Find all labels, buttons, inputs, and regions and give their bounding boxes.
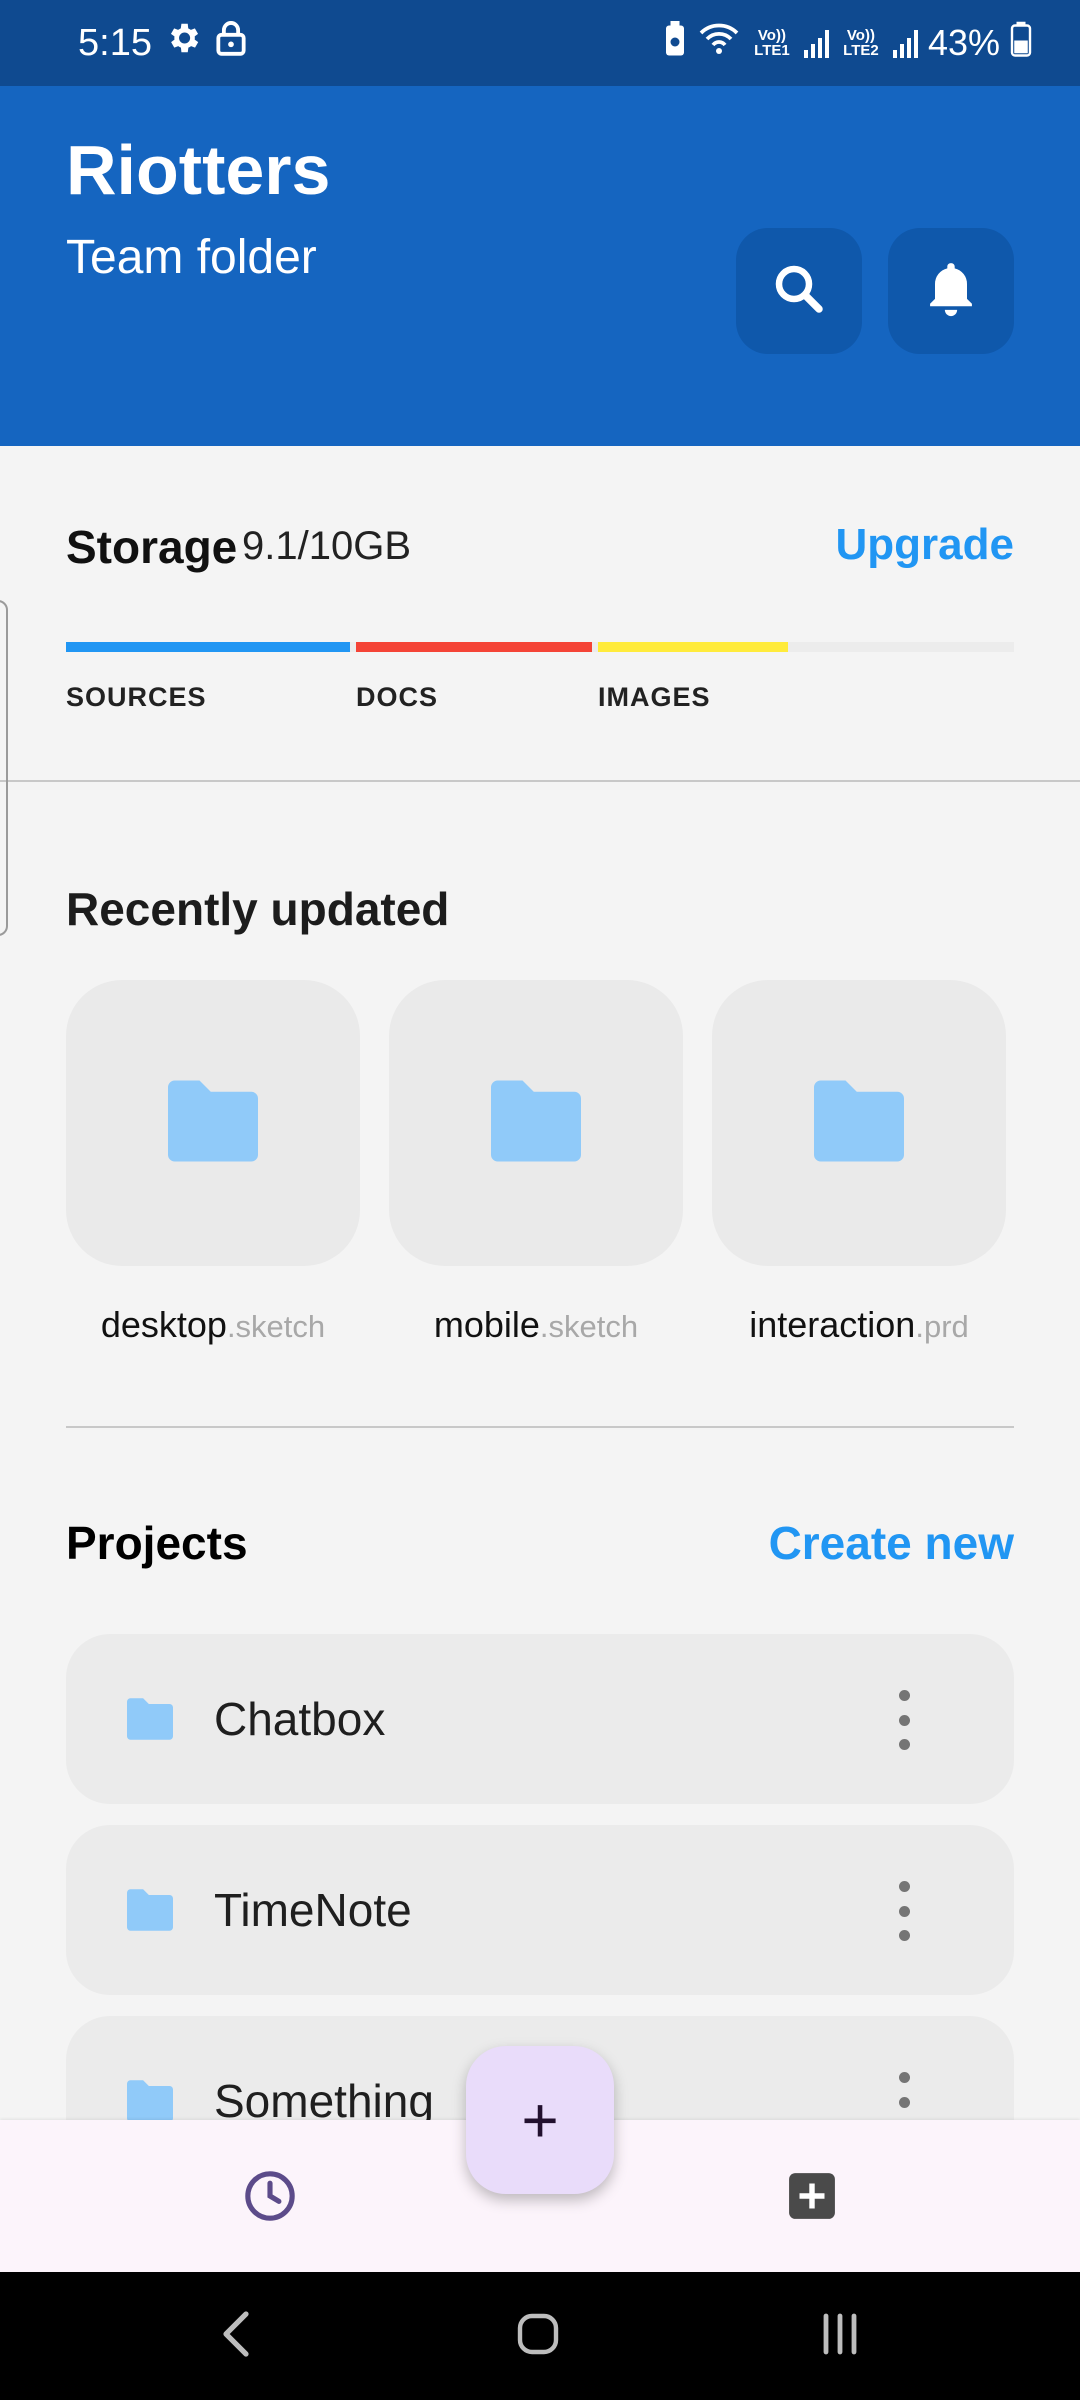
add-item-button[interactable] <box>774 2160 850 2236</box>
network-1-label: Vo)) LTE1 <box>754 27 790 59</box>
folder-icon <box>804 1076 914 1171</box>
recents-icon <box>816 2312 864 2361</box>
upgrade-link[interactable]: Upgrade <box>836 520 1014 570</box>
recent-name-mobile: mobile.sketch <box>389 1304 683 1346</box>
create-new-link[interactable]: Create new <box>769 1516 1014 1570</box>
recent-file-name: mobile <box>433 1304 540 1345</box>
projects-title: Projects <box>66 1517 248 1569</box>
section-divider <box>0 780 1080 782</box>
battery-saver-icon <box>662 20 688 66</box>
wifi-icon <box>698 22 740 65</box>
search-button[interactable] <box>736 228 862 354</box>
side-drawer-handle[interactable] <box>0 600 8 936</box>
storage-bar-docs <box>356 642 592 652</box>
network-2-label: Vo)) LTE2 <box>843 27 879 59</box>
fab-add-button[interactable]: + <box>466 2046 614 2194</box>
battery-percent: 43% <box>927 22 1000 63</box>
folder-icon <box>122 1887 178 1938</box>
signal-2-icon <box>892 28 918 58</box>
plus-icon: + <box>521 2084 559 2156</box>
lock-icon <box>214 19 248 67</box>
recent-name-desktop: desktop.sketch <box>66 1304 360 1346</box>
more-options-icon[interactable] <box>894 1881 914 1941</box>
back-button[interactable] <box>196 2300 276 2372</box>
recent-card-desktop[interactable] <box>66 980 360 1266</box>
recent-card-interaction[interactable] <box>712 980 1006 1266</box>
recent-title: Recently updated <box>66 883 450 935</box>
recent-name-interaction: interaction.prd <box>712 1304 1006 1346</box>
storage-label-docs: DOCS <box>356 682 439 712</box>
storage-title: Storage <box>66 521 238 573</box>
home-button[interactable] <box>498 2300 578 2372</box>
recent-file-ext: .sketch <box>539 1309 639 1344</box>
clock-icon <box>242 2168 298 2229</box>
recent-file-name: interaction <box>749 1304 916 1345</box>
project-label: Chatbox <box>214 1693 386 1745</box>
settings-gear-icon <box>164 19 202 67</box>
recent-file-name: desktop <box>100 1304 227 1345</box>
history-button[interactable] <box>232 2160 308 2236</box>
folder-icon <box>158 1076 268 1171</box>
folder-icon <box>122 1696 178 1747</box>
storage-bar-images <box>598 642 788 652</box>
notifications-button[interactable] <box>888 228 1014 354</box>
recent-file-ext: .sketch <box>226 1309 326 1344</box>
recent-card-mobile[interactable] <box>389 980 683 1266</box>
folder-icon <box>481 1076 591 1171</box>
project-label: TimeNote <box>214 1884 412 1936</box>
app-subtitle: Team folder <box>66 231 317 284</box>
app-title: Riotters <box>66 131 331 209</box>
signal-1-icon <box>803 28 829 58</box>
storage-label-images: IMAGES <box>598 682 711 712</box>
more-options-icon[interactable] <box>894 1690 914 1750</box>
section-divider <box>66 1426 1014 1428</box>
bell-icon <box>921 257 981 326</box>
storage-value: 9.1/10GB <box>242 524 412 568</box>
battery-icon <box>1010 21 1032 66</box>
back-icon <box>218 2308 254 2365</box>
status-bar: 5:15 Vo)) LTE1 Vo)) LTE2 43% <box>0 0 1080 86</box>
status-time: 5:15 <box>78 21 152 64</box>
add-box-icon <box>787 2171 837 2226</box>
storage-bar-sources <box>66 642 350 652</box>
recents-button[interactable] <box>800 2300 880 2372</box>
storage-label-sources: SOURCES <box>66 682 207 712</box>
project-row-timenote[interactable]: TimeNote <box>66 1825 1014 1995</box>
recent-file-ext: .prd <box>915 1309 969 1344</box>
home-icon <box>514 2310 562 2363</box>
search-icon <box>769 259 829 324</box>
project-row-chatbox[interactable]: Chatbox <box>66 1634 1014 1804</box>
